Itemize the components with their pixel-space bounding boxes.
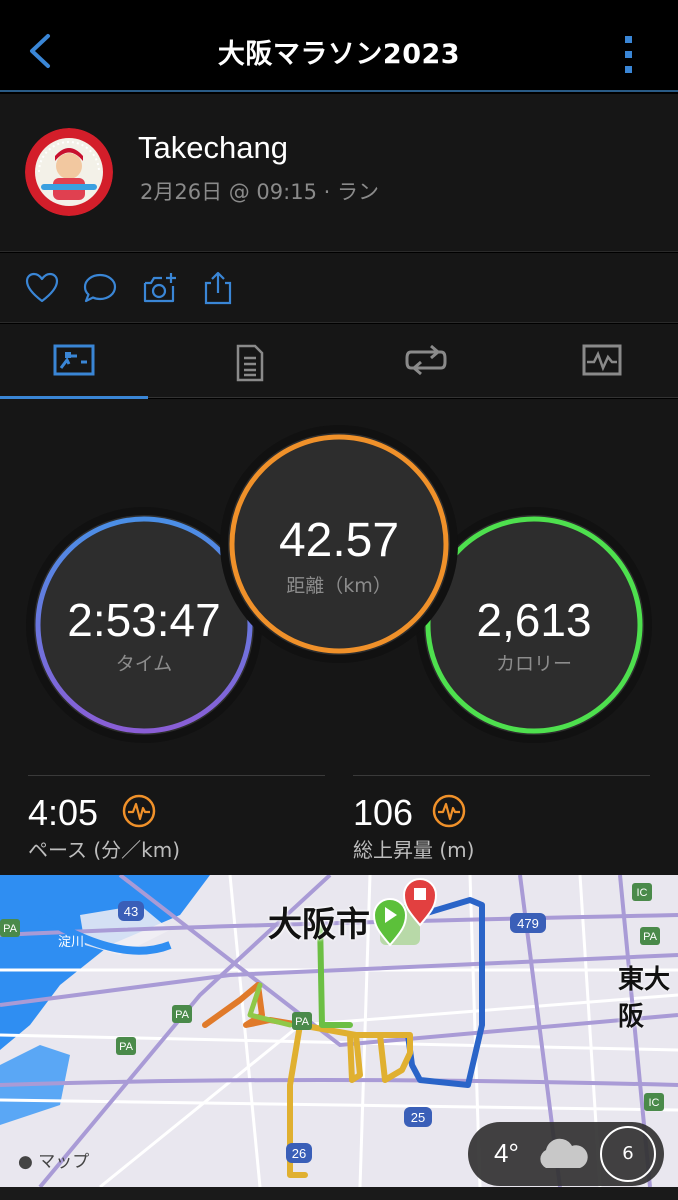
cloud-icon <box>540 1138 588 1168</box>
pa-badge: PA <box>295 1016 310 1028</box>
navigation-bar: 大阪マラソン2023 <box>0 0 678 92</box>
pa-badge: PA <box>119 1041 134 1053</box>
map-attribution-label: マップ <box>38 1152 90 1172</box>
ic-badge: IC <box>649 1097 660 1109</box>
pace-value: 4:05 <box>28 792 99 833</box>
page-title: 大阪マラソン2023 <box>217 39 461 70</box>
apple-logo-icon: ● <box>18 1152 33 1172</box>
activity-header: Takechang 2月26日 @ 09:15 · ラン <box>0 94 678 252</box>
divider <box>28 775 325 776</box>
route-shield: 26 <box>292 1146 306 1161</box>
weather-badge[interactable]: 4° 6 <box>468 1122 664 1186</box>
avatar[interactable] <box>25 128 113 216</box>
time-label: タイム <box>115 653 173 675</box>
ic-badge: IC <box>637 887 648 899</box>
tab-bar <box>0 324 678 399</box>
calories-value: 2,613 <box>476 594 592 646</box>
pa-badge: PA <box>643 931 658 943</box>
pace-label: ペース (分／km) <box>28 838 181 862</box>
distance-ring[interactable]: 42.57 距離（km） <box>228 433 450 655</box>
time-value: 2:53:47 <box>67 594 221 646</box>
route-shield: 43 <box>124 904 138 919</box>
heart-icon[interactable] <box>24 271 60 305</box>
user-name[interactable]: Takechang <box>138 130 288 166</box>
map-city-label: 東大阪 <box>618 965 671 1032</box>
calories-label: カロリー <box>495 653 572 675</box>
share-icon[interactable] <box>200 271 236 305</box>
distance-value: 42.57 <box>278 514 400 567</box>
bottom-bar <box>0 1187 678 1200</box>
document-icon <box>236 344 264 382</box>
map-river-label: 淀川 <box>58 935 85 950</box>
temperature: 4° <box>494 1138 519 1168</box>
route-shield: 479 <box>517 916 539 931</box>
aqi-value: 6 <box>622 1143 634 1164</box>
activity-datetime: 2月26日 @ 09:15 · ラン <box>140 180 379 204</box>
pulse-icon[interactable] <box>122 794 156 828</box>
time-ring[interactable]: 2:53:47 タイム <box>34 515 254 735</box>
tab-graphs[interactable] <box>528 324 676 398</box>
calories-ring[interactable]: 2,613 カロリー <box>424 515 644 735</box>
divider <box>353 775 650 776</box>
ascent-label: 総上昇量 (m) <box>353 838 475 862</box>
overview-icon <box>53 344 95 376</box>
tab-overview[interactable] <box>0 324 148 399</box>
stats-area: 2:53:47 タイム 2,613 カロリー 42.57 距離（km） <box>0 399 678 875</box>
tab-laps[interactable] <box>352 324 500 398</box>
chart-icon <box>582 344 622 376</box>
tab-stats[interactable] <box>176 324 324 398</box>
laps-icon <box>405 344 447 376</box>
comment-icon[interactable] <box>82 271 118 305</box>
aqi-indicator[interactable]: 6 <box>600 1126 656 1182</box>
pulse-icon[interactable] <box>432 794 466 828</box>
map-attribution[interactable]: ● マップ <box>18 1147 89 1172</box>
more-vertical-icon[interactable] <box>614 32 644 78</box>
ascent-value: 106 <box>353 792 414 833</box>
pa-badge: PA <box>3 923 18 935</box>
add-photo-icon[interactable] <box>142 271 178 305</box>
action-bar <box>0 253 678 323</box>
map-city-label: 大阪市 <box>268 905 370 945</box>
route-shield: 25 <box>411 1110 425 1125</box>
pa-badge: PA <box>175 1009 190 1021</box>
distance-label: 距離（km） <box>286 575 392 597</box>
